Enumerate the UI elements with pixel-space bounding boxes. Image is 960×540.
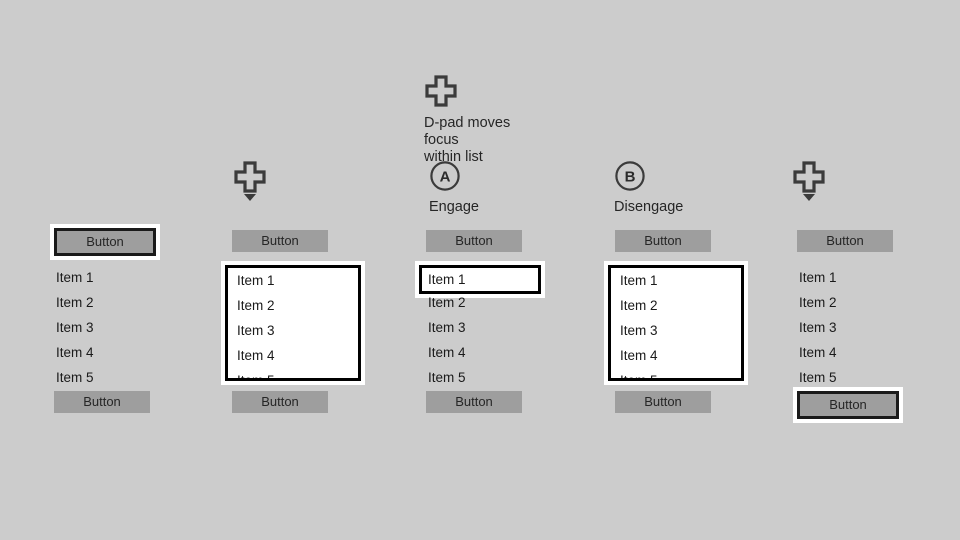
top-button-col2[interactable]: Button <box>232 230 328 252</box>
annotation-dpad-list-caption: D-pad moves focus within list <box>424 115 511 165</box>
list-item[interactable]: Item 3 <box>797 315 927 340</box>
list-item[interactable]: Item 2 <box>618 293 741 318</box>
bottom-button-focus-ring-col5: Button <box>793 387 903 423</box>
svg-text:B: B <box>625 169 636 186</box>
list-focus-inner-col4: Item 1 Item 2 Item 3 Item 4 Item 5 <box>608 265 744 381</box>
bottom-button-col5[interactable]: Button <box>800 394 896 416</box>
list-item[interactable]: Item 5 <box>618 368 741 378</box>
list-col2[interactable]: Item 1 Item 2 Item 3 Item 4 Item 5 <box>228 268 358 378</box>
list-item[interactable]: Item 5 <box>54 365 184 383</box>
list-item[interactable]: Item 5 <box>426 365 556 383</box>
list-item[interactable]: Item 2 <box>797 290 927 315</box>
top-button-focus-ring-col1: Button <box>50 224 160 260</box>
list-item[interactable]: Item 2 <box>235 293 358 318</box>
b-button-icon: B <box>614 160 646 192</box>
list-item[interactable]: Item 3 <box>54 315 184 340</box>
list-col4[interactable]: Item 1 Item 2 Item 3 Item 4 Item 5 <box>611 268 741 378</box>
list-item[interactable]: Item 4 <box>426 340 556 365</box>
a-button-icon: A <box>429 160 461 192</box>
list-item[interactable]: Item 1 <box>797 265 927 290</box>
list-item[interactable]: Item 1 <box>54 265 184 290</box>
list-item[interactable]: Item 2 <box>426 290 556 315</box>
bottom-button-col2[interactable]: Button <box>232 391 328 413</box>
list-item[interactable]: Item 2 <box>54 290 184 315</box>
list-item[interactable]: Item 3 <box>426 315 556 340</box>
svg-text:A: A <box>440 169 451 186</box>
list-focus-ring-col2: Item 1 Item 2 Item 3 Item 4 Item 5 <box>221 261 365 385</box>
list-col3[interactable]: Item 2 Item 3 Item 4 Item 5 <box>426 290 556 383</box>
top-button-col5[interactable]: Button <box>797 230 893 252</box>
list-item[interactable]: Item 5 <box>797 365 927 383</box>
top-button-focus-inner-col1: Button <box>54 228 156 256</box>
list-item[interactable]: Item 3 <box>618 318 741 343</box>
list-focus-ring-col4: Item 1 Item 2 Item 3 Item 4 Item 5 <box>604 261 748 385</box>
bottom-button-col1[interactable]: Button <box>54 391 150 413</box>
dpad-down-icon-col5 <box>791 160 827 204</box>
top-button-col1[interactable]: Button <box>57 231 153 253</box>
list-item[interactable]: Item 1 <box>235 268 358 293</box>
annotation-disengage-caption: Disengage <box>614 199 684 215</box>
list-item[interactable]: Item 4 <box>235 343 358 368</box>
annotation-dpad-list: D-pad moves focus within list <box>424 74 544 166</box>
list-col1[interactable]: Item 1 Item 2 Item 3 Item 4 Item 5 <box>54 265 184 383</box>
list-col5[interactable]: Item 1 Item 2 Item 3 Item 4 Item 5 <box>797 265 927 383</box>
diagram-canvas: D-pad moves focus within list A Engage B… <box>0 0 960 540</box>
top-button-col4[interactable]: Button <box>615 230 711 252</box>
list-item-focused[interactable]: Item 1 <box>422 268 538 291</box>
top-button-col3[interactable]: Button <box>426 230 522 252</box>
bottom-button-focus-inner-col5: Button <box>797 391 899 419</box>
dpad-down-icon-col2 <box>232 160 268 204</box>
annotation-engage-caption: Engage <box>429 199 479 215</box>
list-item[interactable]: Item 4 <box>797 340 927 365</box>
annotation-engage: A Engage <box>429 160 539 216</box>
bottom-button-col4[interactable]: Button <box>615 391 711 413</box>
list-item[interactable]: Item 5 <box>235 368 358 378</box>
list-item[interactable]: Item 3 <box>235 318 358 343</box>
annotation-disengage: B Disengage <box>614 160 734 216</box>
bottom-button-col3[interactable]: Button <box>426 391 522 413</box>
list-focus-inner-col2: Item 1 Item 2 Item 3 Item 4 Item 5 <box>225 265 361 381</box>
list-item[interactable]: Item 4 <box>54 340 184 365</box>
dpad-icon <box>424 74 458 108</box>
list-item[interactable]: Item 4 <box>618 343 741 368</box>
list-item[interactable]: Item 1 <box>618 268 741 293</box>
